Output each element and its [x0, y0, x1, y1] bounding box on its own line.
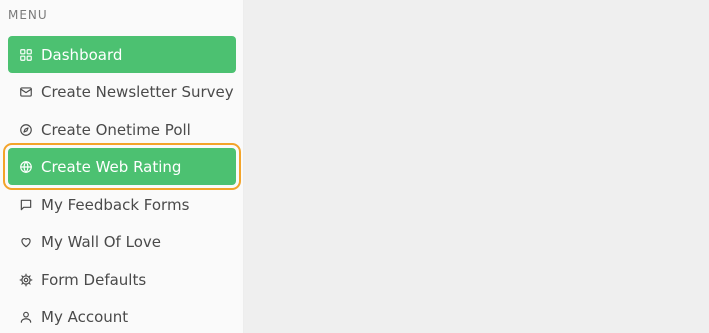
grid-icon [19, 48, 33, 62]
sidebar: MENU Dashboard Create Newsletter Survey [0, 0, 244, 333]
sidebar-item-label: Form Defaults [41, 270, 147, 289]
message-square-icon [19, 198, 33, 212]
sidebar-item-form-defaults[interactable]: Form Defaults [8, 261, 236, 298]
sidebar-item-label: My Account [41, 307, 129, 326]
compass-icon [19, 123, 33, 137]
sidebar-item-create-newsletter-survey[interactable]: Create Newsletter Survey [8, 73, 236, 110]
sidebar-item-my-account[interactable]: My Account [8, 298, 236, 333]
sidebar-item-label: Dashboard [41, 45, 123, 64]
sidebar-item-label: Create Onetime Poll [41, 120, 191, 139]
gear-icon [19, 273, 33, 287]
menu-label: MENU [8, 8, 48, 22]
sidebar-item-label: My Feedback Forms [41, 195, 190, 214]
sidebar-item-my-feedback-forms[interactable]: My Feedback Forms [8, 186, 236, 223]
sidebar-item-label: My Wall Of Love [41, 232, 161, 251]
heart-icon [19, 235, 33, 249]
main-content-area [244, 0, 709, 333]
sidebar-item-create-onetime-poll[interactable]: Create Onetime Poll [8, 111, 236, 148]
sidebar-item-my-wall-of-love[interactable]: My Wall Of Love [8, 223, 236, 260]
sidebar-item-dashboard[interactable]: Dashboard [8, 36, 236, 73]
mail-icon [19, 85, 33, 99]
sidebar-item-label: Create Web Rating [41, 157, 182, 176]
sidebar-item-create-web-rating[interactable]: Create Web Rating [3, 143, 241, 190]
sidebar-item-label: Create Newsletter Survey [41, 82, 234, 101]
user-icon [19, 310, 33, 324]
app-window: MENU Dashboard Create Newsletter Survey [0, 0, 709, 333]
globe-icon [19, 160, 33, 174]
